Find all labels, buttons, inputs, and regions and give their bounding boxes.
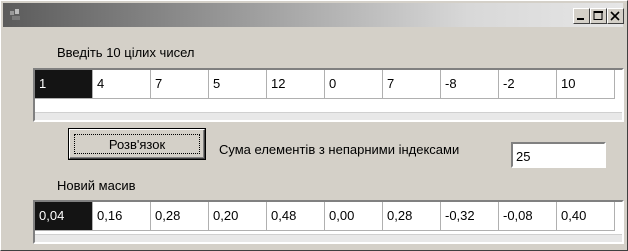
input-grid-scrollbar[interactable] bbox=[35, 112, 622, 120]
input-row: 1 4 7 5 12 0 7 -8 -2 10 bbox=[35, 70, 615, 99]
input-grid[interactable]: 1 4 7 5 12 0 7 -8 -2 10 bbox=[33, 68, 624, 122]
output-grid-scrollbar[interactable] bbox=[35, 234, 622, 242]
output-row: 0,04 0,16 0,28 0,20 0,48 0,00 0,28 -0,32… bbox=[35, 202, 615, 231]
output-cell[interactable]: 0,28 bbox=[383, 202, 441, 231]
input-cell[interactable]: 7 bbox=[151, 70, 209, 99]
app-icon bbox=[10, 9, 20, 20]
input-cell[interactable]: 12 bbox=[267, 70, 325, 99]
output-cell[interactable]: 0,40 bbox=[557, 202, 615, 231]
input-cell[interactable]: 7 bbox=[383, 70, 441, 99]
output-label: Новий масив bbox=[57, 178, 136, 193]
minimize-button[interactable] bbox=[573, 8, 590, 24]
main-window: Введіть 10 цілих чисел 1 4 7 5 12 0 7 -8… bbox=[0, 0, 628, 251]
output-cell[interactable]: 0,20 bbox=[209, 202, 267, 231]
minimize-icon bbox=[577, 18, 584, 20]
close-icon bbox=[610, 11, 620, 21]
maximize-button[interactable] bbox=[590, 8, 607, 24]
input-cell[interactable]: 5 bbox=[209, 70, 267, 99]
output-cell[interactable]: 0,28 bbox=[151, 202, 209, 231]
output-grid[interactable]: 0,04 0,16 0,28 0,20 0,48 0,00 0,28 -0,32… bbox=[33, 200, 624, 244]
title-bar[interactable] bbox=[3, 3, 624, 27]
input-cell[interactable]: 1 bbox=[35, 70, 93, 99]
sum-field[interactable]: 25 bbox=[511, 142, 606, 168]
output-cell[interactable]: 0,04 bbox=[35, 202, 93, 231]
close-button[interactable] bbox=[607, 8, 624, 24]
input-cell[interactable]: 4 bbox=[93, 70, 151, 99]
maximize-icon bbox=[593, 11, 603, 20]
sum-label: Сума елементів з непарними індексами bbox=[219, 142, 460, 157]
solve-button-label: Розв'язок bbox=[74, 134, 200, 154]
output-cell[interactable]: 0,00 bbox=[325, 202, 383, 231]
output-cell[interactable]: 0,16 bbox=[93, 202, 151, 231]
input-cell[interactable]: -8 bbox=[441, 70, 499, 99]
input-cell[interactable]: 10 bbox=[557, 70, 615, 99]
output-cell[interactable]: -0,32 bbox=[441, 202, 499, 231]
input-cell[interactable]: -2 bbox=[499, 70, 557, 99]
input-label: Введіть 10 цілих чисел bbox=[57, 45, 195, 60]
input-cell[interactable]: 0 bbox=[325, 70, 383, 99]
solve-button[interactable]: Розв'язок bbox=[68, 128, 206, 160]
output-cell[interactable]: -0,08 bbox=[499, 202, 557, 231]
output-cell[interactable]: 0,48 bbox=[267, 202, 325, 231]
